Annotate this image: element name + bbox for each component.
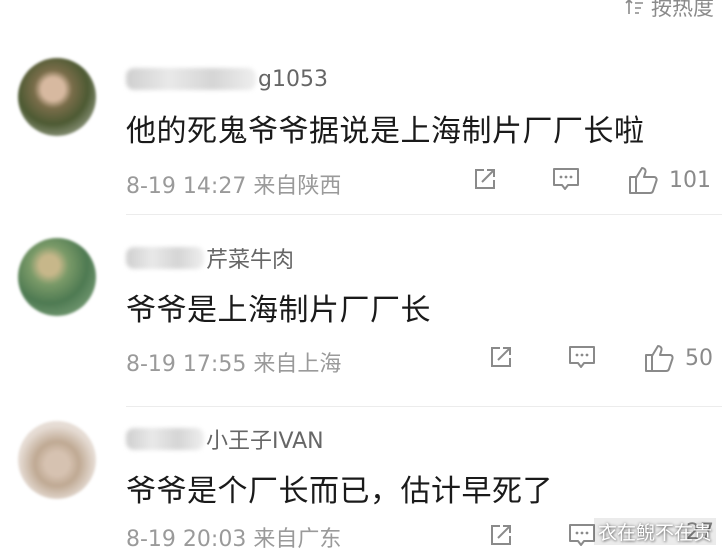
reply-button[interactable] <box>550 164 582 194</box>
comment-time: 8-19 17:55 <box>126 352 247 377</box>
share-icon <box>491 525 511 545</box>
avatar[interactable] <box>18 238 96 316</box>
thumbs-up-icon <box>645 345 674 372</box>
watermark: 衣在鲵不在贵 <box>593 518 716 545</box>
share-icon <box>475 169 495 189</box>
comment-meta: 8-19 20:03 来自广东 <box>126 521 341 553</box>
username[interactable]: 芹菜牛肉 <box>126 243 294 273</box>
comment-text: 他的死鬼爷爷据说是上海制片厂厂长啦 <box>126 114 645 149</box>
comment-location: 来自上海 <box>253 352 342 377</box>
share-button[interactable] <box>470 164 500 194</box>
comment-item: 芹菜牛肉 爷爷是上海制片厂厂长 8-19 17:55 来自上海 50 <box>0 233 722 408</box>
like-button[interactable]: 101 <box>627 164 711 196</box>
comment-list-screen: 按热度 g1053 他的死鬼爷爷据说是上海制片厂厂长啦 8-19 14:27 来… <box>0 0 722 553</box>
username-blur <box>126 247 204 269</box>
thumbs-up-icon <box>629 167 658 194</box>
share-icon <box>491 347 511 367</box>
comment-location: 来自广东 <box>253 527 342 552</box>
comment-time: 8-19 14:27 <box>126 174 247 199</box>
comment-icon <box>553 168 579 190</box>
username-text: 小王子IVAN <box>206 429 324 454</box>
username-blur <box>126 68 256 90</box>
like-count: 101 <box>669 167 711 193</box>
sort-icon <box>625 0 643 14</box>
username[interactable]: 小王子IVAN <box>126 424 324 454</box>
reply-button[interactable] <box>566 342 598 372</box>
comment-time: 8-19 20:03 <box>126 527 247 552</box>
avatar[interactable] <box>18 58 96 136</box>
divider <box>126 406 722 407</box>
comment-item: g1053 他的死鬼爷爷据说是上海制片厂厂长啦 8-19 14:27 来自陕西 … <box>0 58 722 216</box>
comment-icon <box>569 346 595 368</box>
share-button[interactable] <box>486 520 516 550</box>
username-text: g1053 <box>258 66 328 92</box>
share-button[interactable] <box>486 342 516 372</box>
sort-label: 按热度 <box>651 0 714 20</box>
comment-meta: 8-19 14:27 来自陕西 <box>126 168 341 200</box>
like-button[interactable]: 50 <box>643 342 713 374</box>
divider <box>126 214 722 215</box>
comment-text: 爷爷是个厂长而已，估计早死了 <box>126 474 553 509</box>
sort-by-hot-button[interactable]: 按热度 <box>625 0 714 20</box>
avatar[interactable] <box>18 421 96 499</box>
comment-meta: 8-19 17:55 来自上海 <box>126 346 341 378</box>
comment-location: 来自陕西 <box>253 174 342 199</box>
username[interactable]: g1053 <box>126 64 328 94</box>
like-count: 50 <box>685 345 713 371</box>
comment-text: 爷爷是上海制片厂厂长 <box>126 293 431 328</box>
username-blur <box>126 428 204 450</box>
username-text: 芹菜牛肉 <box>206 248 295 273</box>
